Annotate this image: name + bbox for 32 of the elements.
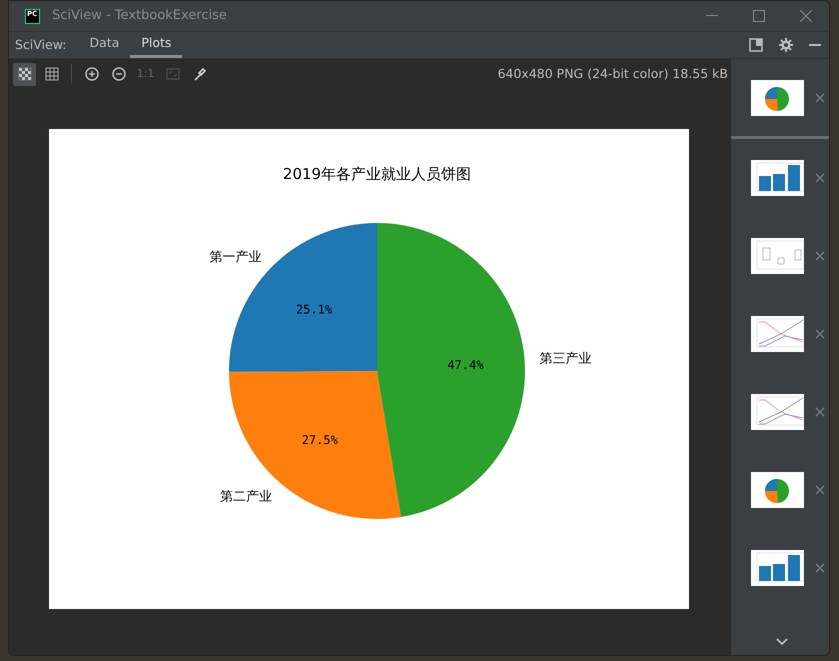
slice-label: 第一产业 — [210, 250, 262, 266]
plot-thumbnail[interactable] — [751, 394, 804, 430]
close-icon[interactable] — [814, 328, 826, 340]
plot-thumbnail[interactable] — [751, 80, 804, 116]
close-icon[interactable] — [800, 10, 812, 22]
percent-label: 25.1% — [296, 302, 332, 316]
close-icon[interactable] — [814, 250, 826, 262]
panel-label: SciView: — [14, 36, 68, 54]
chart-title: 2019年各产业就业人员饼图 — [282, 165, 472, 183]
slice-label: 第三产业 — [539, 352, 592, 367]
settings-icon[interactable] — [779, 38, 793, 52]
scroll-down-icon[interactable] — [775, 637, 789, 647]
plot-thumbnail[interactable] — [751, 316, 804, 352]
window-title: SciView - TextbookExercise — [52, 7, 227, 26]
checkerboard-icon[interactable] — [13, 62, 36, 86]
plot-thumbnail[interactable] — [751, 160, 804, 196]
close-icon[interactable] — [814, 484, 826, 496]
plot-thumbnail[interactable] — [751, 550, 804, 586]
close-icon[interactable] — [814, 562, 826, 574]
slice-label: 第二产业 — [220, 489, 272, 504]
plot-thumbnail[interactable] — [751, 472, 804, 508]
close-icon[interactable] — [814, 92, 826, 104]
close-icon[interactable] — [814, 172, 826, 184]
image-info: 640x480 PNG (24-bit color) 18.55 kB — [498, 64, 729, 83]
percent-label: 47.4% — [447, 358, 484, 372]
percent-label: 27.5% — [302, 432, 338, 447]
minimize-icon[interactable] — [706, 15, 718, 17]
close-icon[interactable] — [814, 406, 826, 418]
tab[interactable]: Data — [78, 32, 130, 58]
plot-thumbnail[interactable] — [751, 238, 804, 274]
maximize-icon[interactable] — [752, 10, 764, 22]
layout-icon[interactable] — [749, 38, 763, 52]
